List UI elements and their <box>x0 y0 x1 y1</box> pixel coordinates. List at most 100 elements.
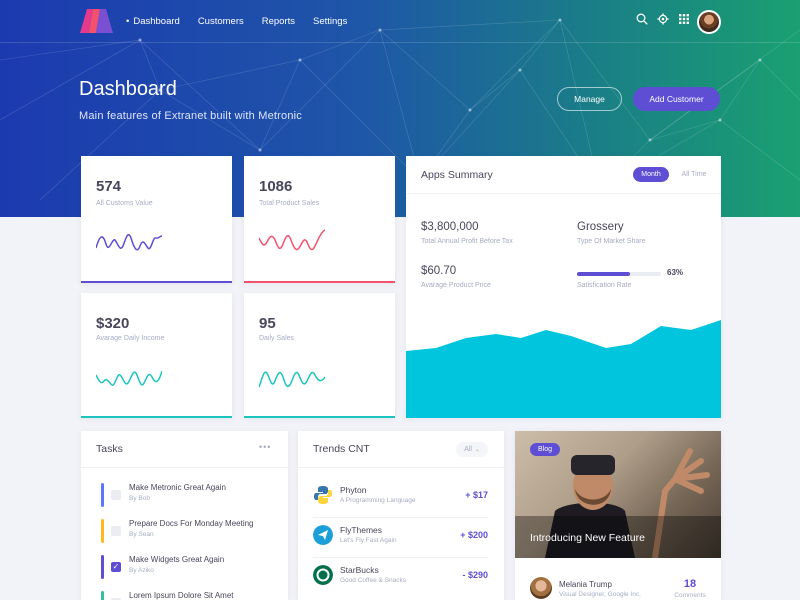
sparkline <box>96 370 162 386</box>
tasks-title: Tasks <box>96 443 123 455</box>
task-title: Prepare Docs For Monday Meeting <box>129 519 254 528</box>
task-title: Lorem Ipsum Dolore Sit Amet <box>129 591 234 600</box>
stat-label: Total Product Sales <box>259 200 320 207</box>
market-label: Type Of Market Share <box>577 238 646 245</box>
stat-value: 95 <box>259 315 276 332</box>
stat-card-customers: 574 All Customs Value <box>81 156 232 283</box>
chevron-down-icon: ⌄ <box>474 447 480 453</box>
starbucks-icon <box>313 565 333 585</box>
top-icon-group <box>636 13 690 25</box>
trend-item[interactable]: FlyThemes Let's Fly Fast Again + $200 <box>313 525 488 565</box>
price-value: $60.70 <box>421 265 457 277</box>
task-title: Make Metronic Great Again <box>129 483 226 492</box>
task-checkbox-checked[interactable]: ✓ <box>111 562 121 572</box>
tasks-card: Tasks ••• Make Metronic Great Again By B… <box>81 431 288 600</box>
paper-plane-icon <box>313 525 333 545</box>
python-icon <box>314 486 332 504</box>
trend-desc: Let's Fly Fast Again <box>340 537 397 544</box>
stat-label: Daily Sales <box>259 335 295 342</box>
filter-value: All <box>464 446 472 453</box>
stat-card-product-sales: 1086 Total Product Sales <box>244 156 395 283</box>
divider <box>298 467 504 468</box>
trends-card: Trends CNT All ⌄ Phyton A Programming La… <box>298 431 504 600</box>
manage-button[interactable]: Manage <box>557 87 622 111</box>
main-nav: Dashboard Customers Reports Settings <box>126 16 347 27</box>
gear-icon[interactable] <box>657 13 669 25</box>
task-title: Make Widgets Great Again <box>129 555 225 564</box>
blog-image[interactable]: Blog Introducing New Feature <box>515 431 721 558</box>
trend-name: Phyton <box>340 485 367 495</box>
task-checkbox[interactable] <box>111 526 121 536</box>
nav-reports[interactable]: Reports <box>262 16 295 27</box>
stat-accent-line <box>81 416 232 418</box>
metronic-logo[interactable] <box>80 9 113 33</box>
stat-card-daily-income: $320 Avarage Daily Income <box>81 293 232 418</box>
trend-amount: + $200 <box>460 530 488 540</box>
blog-title[interactable]: Introducing New Feature <box>530 532 645 544</box>
satisfaction-fill <box>577 272 630 276</box>
blog-tag-badge[interactable]: Blog <box>530 443 560 456</box>
search-icon[interactable] <box>636 13 648 25</box>
divider <box>81 467 288 468</box>
stat-label: All Customs Value <box>96 200 153 207</box>
author-avatar <box>530 577 552 599</box>
stat-value: $320 <box>96 315 130 332</box>
sparkline <box>259 371 325 388</box>
trend-amount: - $290 <box>462 570 488 580</box>
trends-title: Trends CNT <box>313 443 370 455</box>
more-options-icon[interactable]: ••• <box>259 442 271 452</box>
trend-item[interactable]: Phyton A Programming Language + $17 <box>313 485 488 525</box>
stat-accent-line <box>81 281 232 283</box>
trend-name: FlyThemes <box>340 525 383 535</box>
sparkline <box>259 229 325 251</box>
nav-dashboard[interactable]: Dashboard <box>126 16 179 27</box>
nav-customers[interactable]: Customers <box>198 16 244 27</box>
apps-grid-icon[interactable] <box>678 13 690 25</box>
stat-value: 574 <box>96 178 122 195</box>
market-value: Grossery <box>577 221 624 233</box>
trend-item[interactable]: StarBucks Good Coffee & Snacks - $290 <box>313 565 488 600</box>
task-checkbox[interactable] <box>111 490 121 500</box>
task-item[interactable]: Prepare Docs For Monday Meeting By Sean <box>101 519 281 545</box>
divider <box>313 557 488 558</box>
comments-count[interactable]: 18 <box>675 578 705 590</box>
trend-amount: + $17 <box>465 490 488 500</box>
sparkline <box>96 234 162 251</box>
profit-value: $3,800,000 <box>421 221 479 233</box>
stat-accent-line <box>244 281 395 283</box>
task-color-bar <box>101 591 104 600</box>
task-owner: By Sean <box>129 531 154 538</box>
satisfaction-bar <box>577 272 661 276</box>
nav-settings[interactable]: Settings <box>313 16 347 27</box>
trend-desc: A Programming Language <box>340 497 416 504</box>
trends-filter-dropdown[interactable]: All ⌄ <box>456 442 488 457</box>
user-avatar[interactable] <box>697 10 721 34</box>
top-navbar: Dashboard Customers Reports Settings <box>0 0 800 43</box>
author-name: Melania Trump <box>559 580 612 589</box>
stat-accent-line <box>244 416 395 418</box>
stat-value: 1086 <box>259 178 293 195</box>
add-customer-button[interactable]: Add Customer <box>633 87 720 111</box>
comments-label: Comments <box>674 592 706 599</box>
task-owner: By Bob <box>129 495 150 502</box>
tab-month[interactable]: Month <box>633 167 669 182</box>
divider <box>406 193 721 194</box>
stat-card-daily-sales: 95 Daily Sales <box>244 293 395 418</box>
apps-summary-card: Apps Summary Month All Time $3,800,000 T… <box>406 156 721 418</box>
page-subtitle: Main features of Extranet built with Met… <box>79 110 302 122</box>
task-item[interactable]: Make Metronic Great Again By Bob <box>101 483 281 509</box>
apps-summary-title: Apps Summary <box>421 169 493 181</box>
task-color-bar <box>101 555 104 579</box>
task-item[interactable]: ✓ Make Widgets Great Again By Aziko <box>101 555 281 581</box>
avatar-photo <box>699 12 719 32</box>
stat-label: Avarage Daily Income <box>96 335 165 342</box>
task-color-bar <box>101 483 104 507</box>
task-item[interactable]: Lorem Ipsum Dolore Sit Amet <box>101 591 281 600</box>
author-role: Visual Designer, Google Inc. <box>559 591 641 598</box>
tab-all-time[interactable]: All Time <box>676 167 712 182</box>
divider <box>313 517 488 518</box>
satisfaction-percent: 63% <box>667 268 684 277</box>
task-color-bar <box>101 519 104 543</box>
blog-card: Blog Introducing New Feature Melania Tru… <box>515 431 721 600</box>
profit-label: Total Annual Profit Before Tax <box>421 238 513 245</box>
